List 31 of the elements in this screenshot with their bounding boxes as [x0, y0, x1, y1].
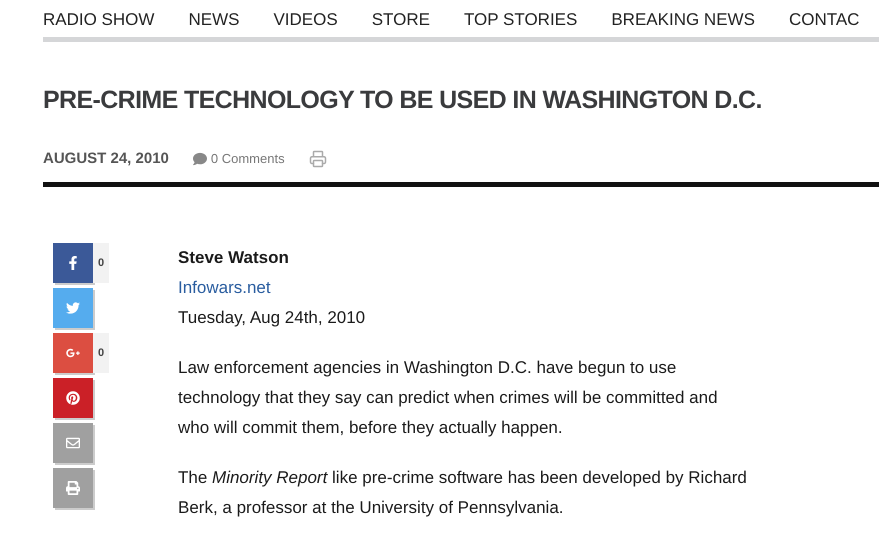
comments-link[interactable]: 0 Comments [192, 149, 285, 168]
nav-link[interactable]: BREAKING NEWS [611, 6, 755, 34]
print-button[interactable] [308, 150, 327, 168]
pinterest-share-button[interactable] [53, 378, 93, 418]
nav-link[interactable]: TOP STORIES [464, 6, 578, 34]
nav-link[interactable]: RADIO SHOW [43, 6, 154, 34]
article-paragraph: The Minority Report like pre-crime software has been developed by Richard Berk, a professor at the University of Pennsylvania. [178, 467, 748, 519]
printer-icon [66, 481, 80, 495]
nav-link[interactable]: STORE [372, 6, 430, 34]
source-link[interactable]: Infowars.net [178, 273, 271, 303]
pinterest-icon [66, 391, 80, 405]
dateline: Tuesday, Aug 24th, 2010 [178, 307, 366, 329]
print-button[interactable] [53, 468, 93, 508]
share-count: 0 [93, 243, 109, 283]
email-share-button[interactable] [53, 423, 93, 463]
google-plus-share-button[interactable] [53, 333, 93, 373]
article-title: PRE-CRIME TECHNOLOGY TO BE USED IN WASHINGTON D.C. [43, 85, 763, 116]
article-paragraph: Law enforcement agencies in Washington D.C. have begun to use technology that they say can predict when crimes will be committed and who will commit them, before they actually happen. [178, 357, 719, 439]
twitter-share-button[interactable] [53, 288, 93, 328]
share-count: 0 [93, 333, 109, 373]
google-plus-icon [66, 346, 80, 360]
printer-icon [308, 150, 327, 168]
author-name: Steve Watson [178, 247, 290, 269]
envelope-icon [66, 436, 80, 450]
nav-link[interactable]: CONTAC [788, 6, 860, 34]
post-date: AUGUST 24, 2010 [43, 148, 169, 168]
bird-icon [66, 301, 80, 315]
facebook-share-button[interactable] [53, 243, 93, 283]
comment-icon [192, 152, 207, 166]
nav-link[interactable]: VIDEOS [273, 6, 338, 34]
nav-link[interactable]: NEWS [188, 6, 240, 34]
